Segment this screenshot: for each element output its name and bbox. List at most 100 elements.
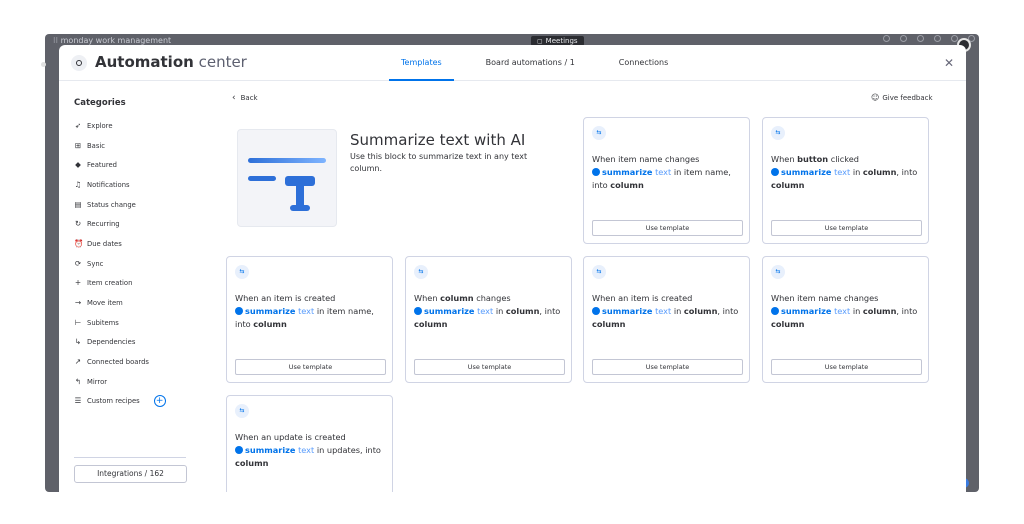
diamond-icon: ◆ bbox=[75, 160, 81, 170]
sidebar-item-explore[interactable]: ➶ Explore bbox=[74, 116, 166, 136]
sidebar-item-label: Status change bbox=[87, 200, 136, 209]
automation-center-modal: Automation center Templates Board automa… bbox=[59, 45, 966, 492]
template-description: When item name changes summarize text in… bbox=[592, 154, 731, 190]
ai-icon bbox=[771, 307, 779, 315]
use-template-button[interactable]: Use template bbox=[235, 359, 386, 375]
sidebar-item-label: Mirror bbox=[87, 377, 108, 386]
page-title: Summarize text with AI bbox=[350, 131, 526, 149]
ai-icon bbox=[235, 307, 243, 315]
sidebar-item-connected-boards[interactable]: ↗ Connected boards bbox=[74, 352, 166, 372]
subitems-icon: ⊢ bbox=[74, 317, 82, 327]
template-card[interactable]: ⇆ When an update is created summarize te… bbox=[226, 395, 393, 492]
back-button[interactable]: ‹ Back bbox=[232, 93, 258, 103]
summarize-text-icon: ⇆ bbox=[235, 404, 249, 418]
template-card[interactable]: ⇆ When button clicked summarize text in … bbox=[762, 117, 929, 244]
summarize-illustration bbox=[237, 129, 337, 227]
give-feedback-button[interactable]: ☺ Give feedback bbox=[871, 93, 933, 102]
use-template-button[interactable]: Use template bbox=[592, 359, 743, 375]
sidebar-item-sync[interactable]: ⟳ Sync bbox=[74, 254, 166, 274]
template-description: When an item is created summarize text i… bbox=[235, 293, 374, 329]
add-custom-recipe-button[interactable]: + bbox=[153, 395, 166, 408]
plus-icon: + bbox=[74, 278, 82, 288]
template-card[interactable]: ⇆ When item name changes summarize text … bbox=[762, 256, 929, 383]
ai-icon bbox=[592, 168, 600, 176]
tab-connections[interactable]: Connections bbox=[607, 45, 680, 81]
invite-icon bbox=[917, 35, 924, 42]
backdrop-logo: ⁝⁝ monday work management bbox=[53, 36, 172, 45]
apps-icon bbox=[934, 35, 941, 42]
sidebar-item-move-item[interactable]: → Move item bbox=[74, 293, 166, 313]
backdrop-logo-text: monday work management bbox=[60, 36, 172, 45]
title-rest: center bbox=[198, 53, 247, 71]
ai-icon bbox=[592, 307, 600, 315]
modal-title: Automation center bbox=[95, 53, 247, 71]
title-bold: Automation bbox=[95, 53, 194, 71]
sidebar-item-subitems[interactable]: ⊢ Subitems bbox=[74, 313, 166, 333]
inbox-icon bbox=[900, 35, 907, 42]
template-card[interactable]: ⇆ When an item is created summarize text… bbox=[226, 256, 393, 383]
illustration-t bbox=[290, 205, 310, 211]
template-description: When button clicked summarize text in co… bbox=[771, 154, 918, 190]
sidebar-item-custom-recipes[interactable]: ☰ Custom recipes + bbox=[74, 392, 166, 412]
sidebar-item-label: Item creation bbox=[87, 279, 133, 288]
summarize-text-icon: ⇆ bbox=[592, 265, 606, 279]
template-description: When column changes summarize text in co… bbox=[414, 293, 561, 329]
use-template-button[interactable]: Use template bbox=[771, 220, 922, 236]
template-card[interactable]: ⇆ When column changes summarize text in … bbox=[405, 256, 572, 383]
sidebar-item-dependencies[interactable]: ↳ Dependencies bbox=[74, 333, 166, 353]
sidebar-item-recurring[interactable]: ↻ Recurring bbox=[74, 214, 166, 234]
template-card[interactable]: ⇆ When item name changes summarize text … bbox=[583, 117, 750, 244]
sidebar-item-label: Move item bbox=[87, 299, 123, 308]
use-template-button[interactable]: Use template bbox=[592, 220, 743, 236]
sidebar-item-due-dates[interactable]: ⏰ Due dates bbox=[74, 234, 166, 254]
sidebar-item-label: Due dates bbox=[87, 239, 122, 248]
blocks-icon: ⊞ bbox=[74, 140, 82, 150]
dependency-icon: ↳ bbox=[74, 337, 82, 347]
sliders-icon: ☰ bbox=[74, 396, 82, 406]
feedback-label: Give feedback bbox=[882, 94, 933, 102]
tab-board-automations[interactable]: Board automations / 1 bbox=[474, 45, 587, 81]
rocket-icon: ➶ bbox=[74, 120, 82, 130]
sidebar-item-label: Sync bbox=[87, 259, 104, 268]
sidebar-item-label: Connected boards bbox=[87, 358, 149, 367]
sidebar-item-basic[interactable]: ⊞ Basic bbox=[74, 136, 166, 156]
feedback-icon: ☺ bbox=[871, 93, 880, 102]
sidebar-item-notifications[interactable]: ♫ Notifications bbox=[74, 175, 166, 195]
arrow-diagonal-icon: ↗ bbox=[74, 357, 82, 367]
categories-list: ➶ Explore ⊞ Basic ◆ Featured ♫ Notifications… bbox=[74, 116, 166, 411]
close-icon[interactable]: ✕ bbox=[944, 57, 954, 69]
summarize-text-icon: ⇆ bbox=[771, 126, 785, 140]
alarm-icon: ⏰ bbox=[74, 238, 84, 248]
backdrop-tab-label: Meetings bbox=[545, 37, 578, 45]
sidebar-item-label: Notifications bbox=[87, 180, 130, 189]
template-description: When an item is created summarize text i… bbox=[592, 293, 739, 329]
tab-templates[interactable]: Templates bbox=[389, 45, 454, 81]
use-template-button[interactable]: Use template bbox=[414, 359, 565, 375]
sidebar-item-featured[interactable]: ◆ Featured bbox=[74, 155, 166, 175]
ai-icon bbox=[235, 446, 243, 454]
arrow-right-icon: → bbox=[74, 298, 82, 308]
illustration-line bbox=[248, 176, 276, 181]
sidebar-item-mirror[interactable]: ↰ Mirror bbox=[74, 372, 166, 392]
sync-icon: ⟳ bbox=[74, 258, 82, 268]
template-card[interactable]: ⇆ When an item is created summarize text… bbox=[583, 256, 750, 383]
use-template-button[interactable]: Use template bbox=[771, 359, 922, 375]
sidebar-item-status-change[interactable]: ▤ Status change bbox=[74, 195, 166, 215]
integrations-button[interactable]: Integrations / 162 bbox=[74, 465, 187, 483]
summarize-text-icon: ⇆ bbox=[592, 126, 606, 140]
status-icon: ▤ bbox=[74, 199, 82, 209]
sidebar-item-label: Featured bbox=[87, 161, 117, 170]
summarize-text-icon: ⇆ bbox=[771, 265, 785, 279]
sidebar-divider bbox=[74, 457, 186, 458]
sidebar-item-item-creation[interactable]: + Item creation bbox=[74, 274, 166, 294]
ai-icon bbox=[414, 307, 422, 315]
categories-sidebar: Categories ➶ Explore ⊞ Basic ◆ Featured ♫ No… bbox=[59, 82, 207, 492]
back-label: Back bbox=[240, 94, 258, 102]
window-icon: ▢ bbox=[537, 38, 543, 45]
sidebar-item-label: Recurring bbox=[87, 220, 120, 229]
sidebar-item-label: Explore bbox=[87, 121, 113, 130]
mirror-icon: ↰ bbox=[74, 376, 82, 386]
chevron-left-icon: ‹ bbox=[232, 93, 236, 103]
summarize-text-icon: ⇆ bbox=[414, 265, 428, 279]
summarize-text-icon: ⇆ bbox=[235, 265, 249, 279]
